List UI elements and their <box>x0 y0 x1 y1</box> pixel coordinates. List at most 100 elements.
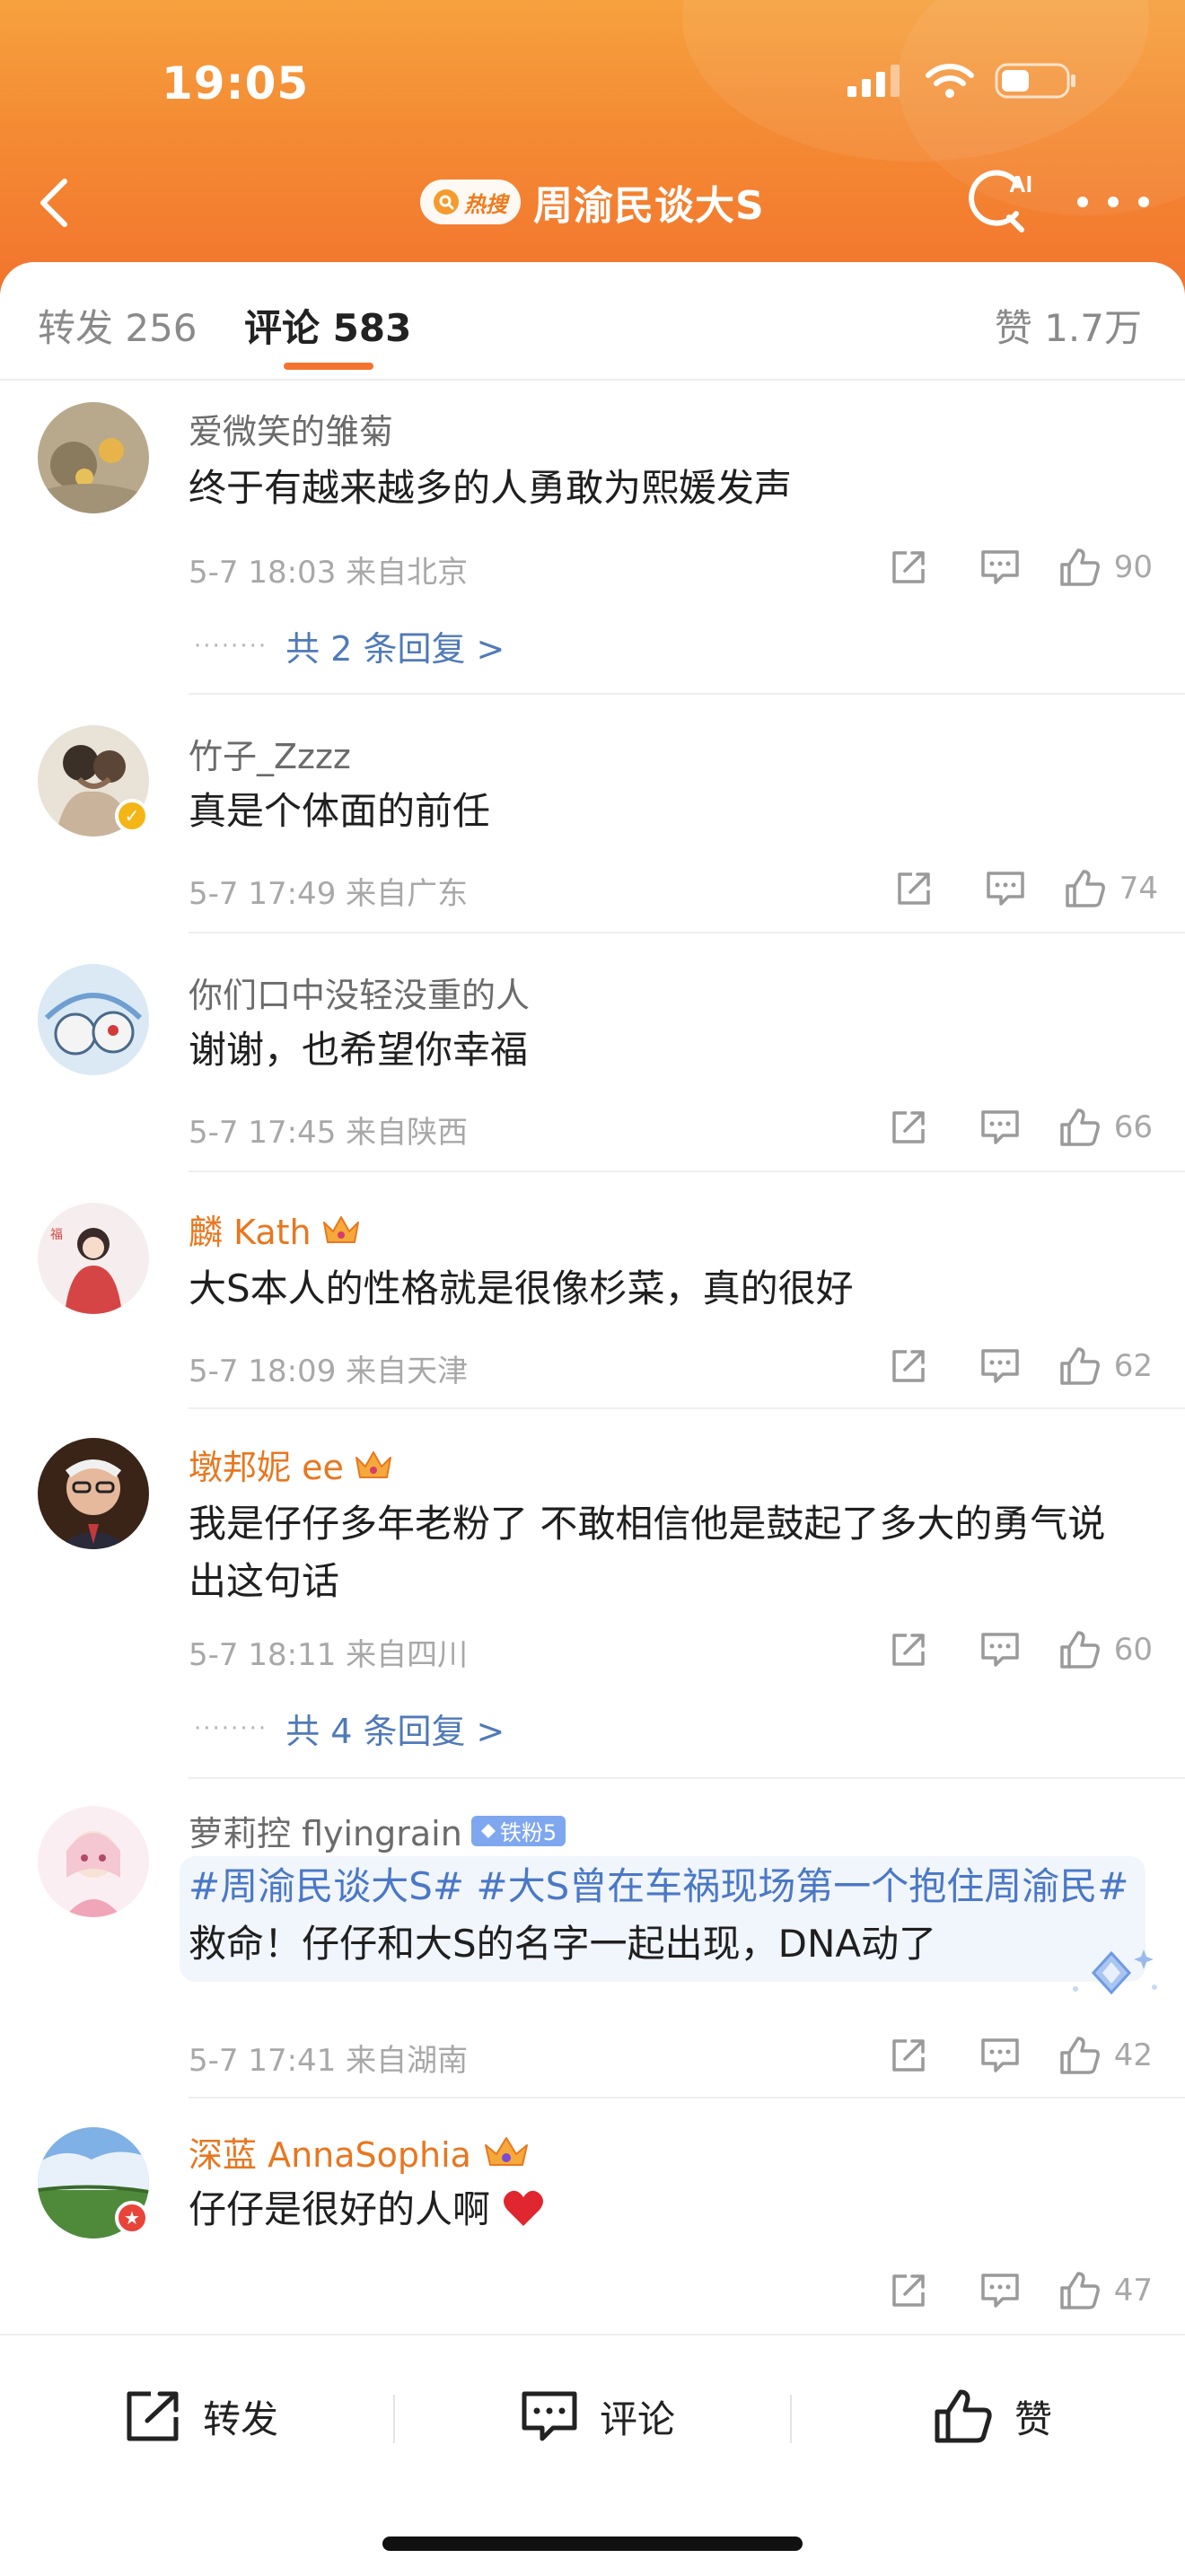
more-button[interactable] <box>1077 180 1149 224</box>
like-button[interactable]: 60 <box>1058 1629 1153 1670</box>
thumbs-up-icon <box>1059 1347 1100 1385</box>
comment-time: 5-7 17:45 <box>189 1115 337 1151</box>
comment-icon <box>980 2274 1019 2308</box>
username-text: 萝莉控 flyingrain <box>189 1814 462 1853</box>
like-button[interactable]: 62 <box>1058 1345 1153 1387</box>
thumbs-up-icon <box>1059 2272 1100 2309</box>
avatar[interactable] <box>38 1806 149 1917</box>
forward-button[interactable] <box>868 863 960 914</box>
bottom-like-button[interactable]: 赞 <box>932 2380 1052 2452</box>
comment-actions: 66 <box>863 1102 1153 1152</box>
comment-text: 仔仔是很好的人啊 <box>189 2181 1140 2239</box>
comment-item: 萝莉控 flyingrain 铁粉5 #周渝民谈大S# #大S曾在车祸现场第一个… <box>0 1779 1185 2098</box>
comment-icon <box>986 872 1024 906</box>
nav-title[interactable]: 热搜 周渝民谈大S <box>420 172 765 232</box>
active-tab-indicator <box>284 363 373 370</box>
topic-link[interactable]: #周渝民谈大S# <box>189 1864 464 1908</box>
username-text: 麟 Kath <box>189 1213 312 1252</box>
like-count: 62 <box>1113 1348 1153 1384</box>
forward-button[interactable] <box>863 1625 954 1675</box>
reply-button[interactable] <box>954 2030 1046 2081</box>
comment-actions: 60 <box>863 1625 1153 1675</box>
reply-button[interactable] <box>954 1625 1046 1675</box>
username[interactable]: 你们口中没轻没重的人 <box>189 968 530 1017</box>
reply-button[interactable] <box>954 1341 1046 1391</box>
sparkle-diamond-icon <box>1073 1950 1157 1995</box>
username[interactable]: 深蓝 AnnaSophia <box>189 2127 532 2177</box>
comment-actions: 74 <box>868 863 1158 914</box>
view-replies-link[interactable]: ········ 共 2 条回复 > <box>194 621 505 670</box>
ai-label: AI <box>1009 171 1032 197</box>
back-button[interactable] <box>27 171 81 235</box>
forward-button[interactable] <box>863 2265 954 2316</box>
username[interactable]: 墩邦妮 ee <box>189 1440 394 1489</box>
bottom-comment-button[interactable]: 评论 <box>519 2380 675 2452</box>
comment-location: 来自北京 <box>346 555 469 591</box>
verified-badge-icon: ✓ <box>115 799 149 833</box>
topic-link[interactable]: #大S曾在车祸现场第一个抱住周渝民# <box>476 1864 1128 1908</box>
ai-search-icon: AI <box>969 170 1032 232</box>
share-icon <box>891 1111 925 1143</box>
hot-search-badge: 热搜 <box>420 180 521 224</box>
comment-item: ★ 深蓝 AnnaSophia 仔仔是很好的人啊 47 <box>0 2098 1185 2334</box>
like-button[interactable]: 47 <box>1058 2270 1153 2311</box>
ai-search-button[interactable]: AI <box>962 165 1043 237</box>
comment-item: 你们口中没轻没重的人 谢谢，也希望你幸福 5-7 17:45 来自陕西 66 <box>0 933 1185 1172</box>
username[interactable]: 竹子_Zzzz <box>189 729 351 778</box>
like-button[interactable]: 42 <box>1058 2035 1153 2076</box>
bottom-forward-button[interactable]: 转发 <box>124 2380 278 2452</box>
view-replies-link[interactable]: ········ 共 4 条回复 > <box>194 1704 505 1753</box>
thumbs-up-icon <box>1059 1108 1100 1146</box>
share-icon <box>897 872 930 905</box>
comment-actions: 47 <box>863 2265 1153 2316</box>
reply-button[interactable] <box>960 863 1051 914</box>
comment-time: 5-7 18:03 <box>189 555 337 591</box>
username[interactable]: 爱微笑的雏菊 <box>189 404 393 453</box>
search-icon <box>434 189 459 215</box>
hot-search-label: 热搜 <box>464 191 507 217</box>
comment-meta: 5-7 18:03 来自北京 <box>189 548 468 591</box>
username[interactable]: 麟 Kath <box>189 1205 362 1254</box>
username-text: 深蓝 AnnaSophia <box>189 2135 471 2175</box>
comment-text: 谢谢，也希望你幸福 <box>189 1028 529 1072</box>
comment-icon <box>980 1110 1019 1144</box>
like-count: 47 <box>1113 2273 1153 2309</box>
bottom-like-label: 赞 <box>1014 2396 1053 2441</box>
replies-dots: ········ <box>194 1714 268 1742</box>
forward-button[interactable] <box>863 2030 954 2081</box>
fan-badge-label: 铁粉5 <box>499 1820 557 1845</box>
like-count: 60 <box>1113 1632 1153 1668</box>
reply-button[interactable] <box>954 1102 1046 1152</box>
avatar[interactable]: 福 <box>38 1203 149 1314</box>
reply-button[interactable] <box>954 2265 1046 2316</box>
bottom-comment-label: 评论 <box>600 2396 676 2441</box>
tab-forward[interactable]: 转发 256 <box>38 298 198 353</box>
comment-time: 5-7 17:49 <box>189 876 337 912</box>
tab-like[interactable]: 赞 1.7万 <box>995 298 1142 353</box>
like-button[interactable]: 90 <box>1058 547 1153 588</box>
forward-button[interactable] <box>863 1102 954 1152</box>
comment-meta: 5-7 17:49 来自广东 <box>189 869 468 913</box>
svg-text:福: 福 <box>50 1228 63 1242</box>
share-icon <box>127 2391 179 2441</box>
avatar[interactable] <box>38 1438 149 1549</box>
forward-button[interactable] <box>863 1341 954 1391</box>
like-button[interactable]: 66 <box>1058 1107 1153 1148</box>
like-button[interactable]: 74 <box>1064 868 1158 909</box>
reply-button[interactable] <box>954 542 1046 592</box>
comment-text-body: 救命！仔仔和大S的名字一起出现，DNA动了 <box>189 1922 937 1966</box>
username[interactable]: 萝莉控 flyingrain 铁粉5 <box>189 1806 566 1855</box>
separator <box>393 2395 395 2443</box>
comment-text-body: 仔仔是很好的人啊 <box>189 2187 491 2231</box>
comment-time: 5-7 18:11 <box>189 1637 337 1673</box>
comment-item: 爱微笑的雏菊 终于有越来越多的人勇敢为熙媛发声 5-7 18:03 来自北京 9… <box>0 381 1185 695</box>
avatar[interactable] <box>38 964 149 1075</box>
avatar[interactable] <box>38 402 149 513</box>
forward-button[interactable] <box>863 542 954 592</box>
comment-icon <box>980 1349 1019 1383</box>
tab-comment[interactable]: 评论 583 <box>244 298 411 353</box>
thumbs-up-icon <box>1059 548 1100 586</box>
replies-label: 共 4 条回复 > <box>285 1712 505 1751</box>
share-icon <box>891 2274 925 2307</box>
thumbs-up-icon <box>1065 870 1105 907</box>
